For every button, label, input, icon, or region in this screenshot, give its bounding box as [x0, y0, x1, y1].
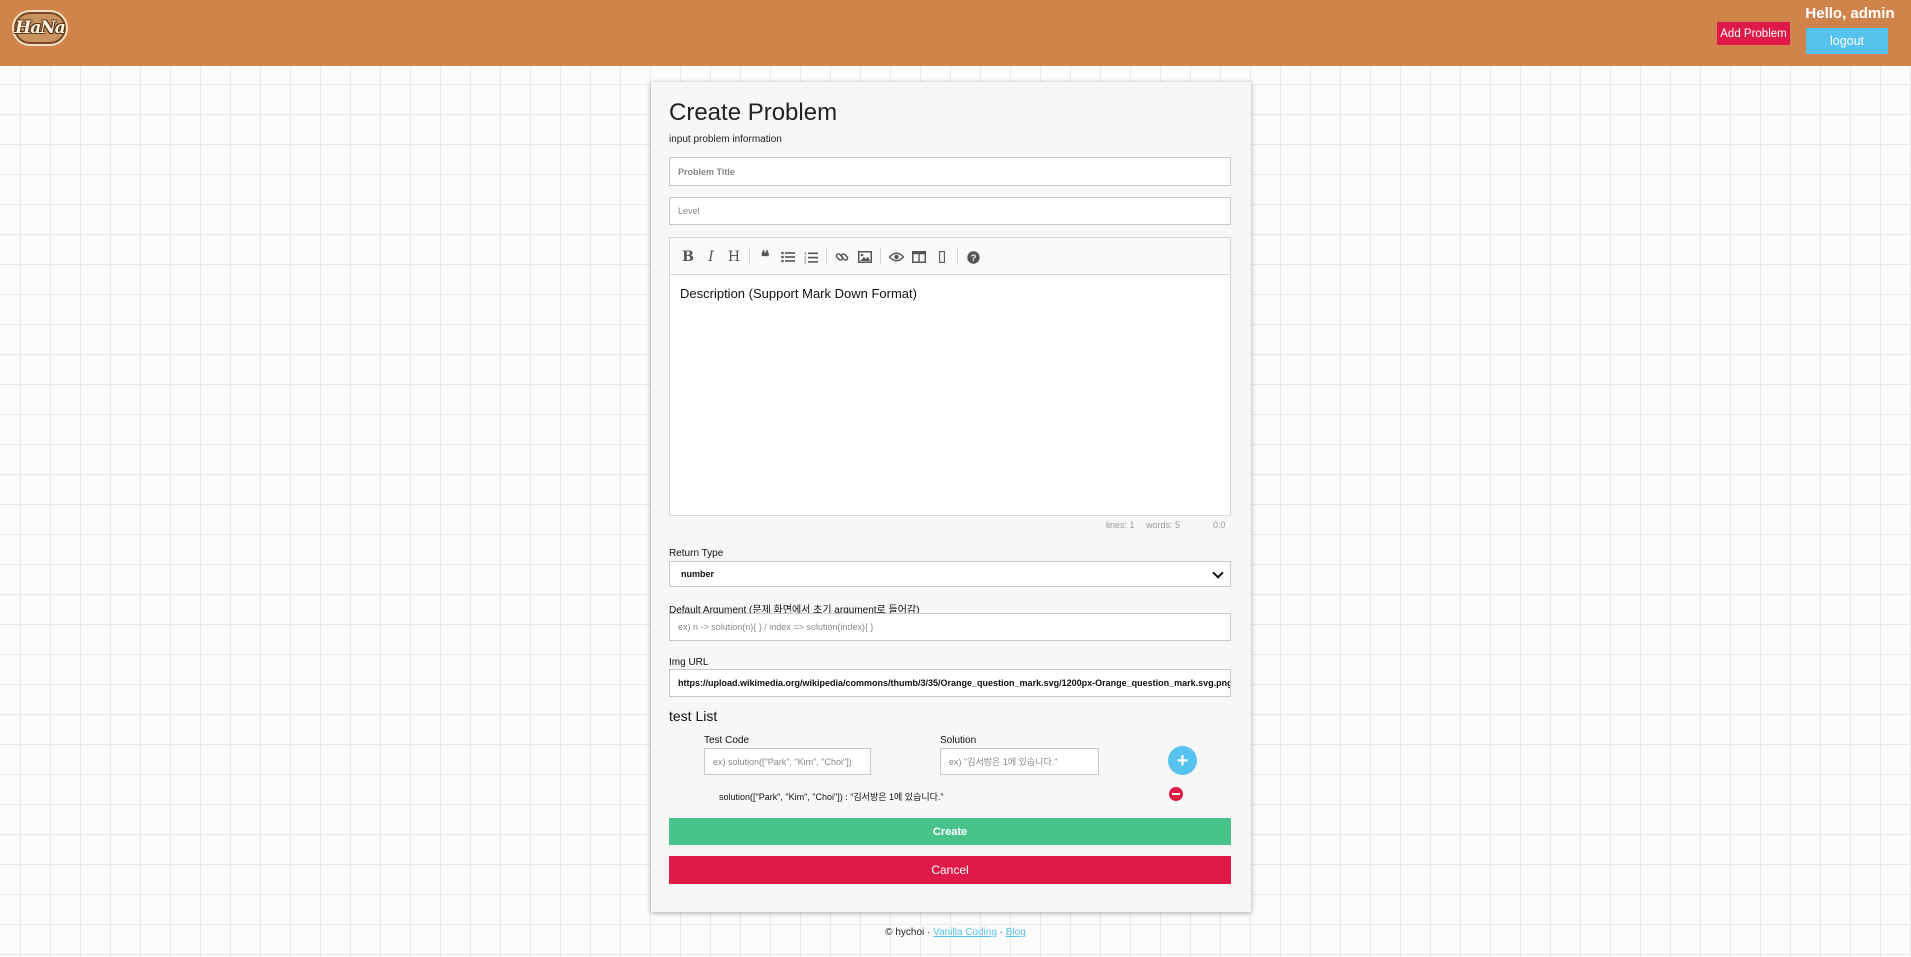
create-problem-form: Create Problem input problem information…: [651, 82, 1251, 912]
chevron-down-icon: [1212, 567, 1224, 579]
editor-lines-count: lines: 1: [1106, 520, 1135, 530]
add-problem-button[interactable]: Add Problem: [1717, 22, 1790, 45]
heading-icon[interactable]: H: [726, 247, 742, 267]
problem-title-input[interactable]: Problem Title: [669, 157, 1231, 186]
footer-copyright: © hychoi ·: [885, 927, 934, 938]
img-url-input[interactable]: https://upload.wikimedia.org/wikipedia/c…: [669, 669, 1231, 697]
footer-blog-link[interactable]: Blog: [1006, 927, 1026, 938]
description-editor[interactable]: [669, 274, 1231, 516]
page-title: Create Problem: [669, 99, 838, 126]
fullscreen-icon[interactable]: [934, 247, 950, 267]
page-subtitle: input problem information: [669, 134, 782, 145]
preview-icon[interactable]: [888, 247, 904, 267]
top-header: HaNa Add Problem Hello, admin logout: [0, 0, 1911, 66]
link-icon[interactable]: [834, 247, 850, 267]
editor-words-count: words: 5: [1146, 520, 1181, 530]
return-type-select[interactable]: number: [669, 561, 1231, 587]
create-button[interactable]: Create: [669, 818, 1231, 845]
footer-separator: ·: [996, 927, 1006, 938]
italic-icon[interactable]: I: [703, 247, 719, 267]
level-input[interactable]: Level: [669, 197, 1231, 225]
ordered-list-icon[interactable]: 123: [803, 247, 819, 267]
cancel-button[interactable]: Cancel: [669, 856, 1231, 884]
image-icon[interactable]: [857, 247, 873, 267]
greeting: Hello, admin: [1805, 5, 1895, 22]
return-type-label: Return Type: [669, 548, 724, 559]
solution-label: Solution: [940, 735, 977, 746]
logout-button[interactable]: logout: [1806, 28, 1888, 54]
test-code-input[interactable]: ex) solution(["Park", "Kim", "Choi"]): [704, 748, 871, 775]
test-code-label: Test Code: [704, 735, 750, 746]
editor-toolbar: B I H ❝ 123 ?: [669, 237, 1231, 275]
img-url-label: Img URL: [669, 657, 709, 668]
svg-text:?: ?: [970, 253, 976, 264]
default-argument-input[interactable]: ex) n -> solution(n){ } / index => solut…: [669, 613, 1231, 641]
side-by-side-icon[interactable]: [911, 247, 927, 267]
test-list-title: test List: [669, 708, 718, 724]
solution-input[interactable]: ex) "김서방은 1에 있습니다.": [940, 748, 1099, 775]
editor-cursor-position: 0:0: [1213, 520, 1226, 530]
footer: © hychoi · Vanilla Coding · Blog: [0, 927, 1911, 938]
unordered-list-icon[interactable]: [780, 247, 796, 267]
quote-icon[interactable]: ❝: [757, 247, 773, 267]
description-placeholder: Description (Support Mark Down Format): [680, 286, 917, 301]
svg-text:3: 3: [804, 259, 807, 263]
remove-test-icon[interactable]: [1169, 787, 1183, 801]
bold-icon[interactable]: B: [680, 247, 696, 267]
logo[interactable]: HaNa: [12, 10, 68, 46]
return-type-value: number: [681, 569, 715, 579]
footer-vanilla-coding-link[interactable]: Vanilla Coding: [933, 927, 997, 938]
add-test-button[interactable]: +: [1168, 746, 1197, 775]
test-list-item: solution(["Park", "Kim", "Choi"]) : "김서방…: [719, 792, 944, 802]
help-icon[interactable]: ?: [965, 247, 981, 267]
